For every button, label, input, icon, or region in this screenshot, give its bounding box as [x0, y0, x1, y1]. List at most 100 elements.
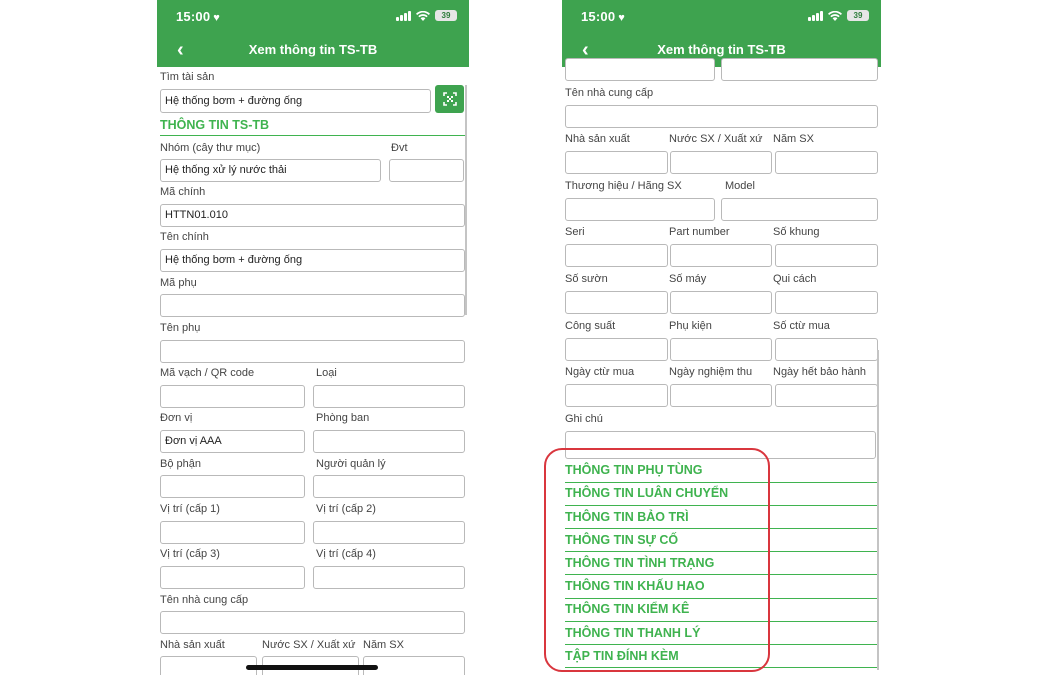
- loc4-label: Vị trí (cấp 4): [316, 548, 376, 560]
- qr-scan-button[interactable]: [435, 85, 464, 113]
- manager-label: Người quản lý: [316, 458, 386, 470]
- part-number-label: Part number: [669, 226, 730, 238]
- power-field[interactable]: [565, 338, 668, 361]
- supplier-field[interactable]: [160, 611, 465, 634]
- supplier-field[interactable]: [565, 105, 878, 128]
- main-name-label: Tên chính: [160, 231, 209, 243]
- part-number-field[interactable]: [670, 244, 772, 267]
- loc1-label: Vị trí (cấp 1): [160, 503, 220, 515]
- scrollbar[interactable]: [465, 85, 467, 315]
- unit-label: Đvt: [391, 142, 408, 154]
- loc3-label: Vị trí (cấp 3): [160, 548, 220, 560]
- manager-field[interactable]: [313, 475, 465, 498]
- brand-field[interactable]: [565, 198, 715, 221]
- loc3-field[interactable]: [565, 58, 715, 81]
- dept-field[interactable]: [160, 475, 305, 498]
- main-code-field[interactable]: HTTN01.010: [160, 204, 465, 227]
- frame-label: Số khung: [773, 226, 820, 238]
- buy-date-field[interactable]: [565, 384, 668, 407]
- note-label: Ghi chú: [565, 413, 603, 425]
- model-label: Model: [725, 180, 755, 192]
- barcode-field[interactable]: [160, 385, 305, 408]
- engine-label: Số máy: [669, 273, 707, 285]
- loc4-field[interactable]: [313, 566, 465, 589]
- home-indicator: [246, 665, 378, 670]
- engine-field[interactable]: [670, 291, 772, 314]
- main-name-field[interactable]: Hệ thống bơm + đường ống: [160, 249, 465, 272]
- year-field[interactable]: [363, 656, 465, 675]
- status-time: 15:00 ♥: [581, 9, 625, 24]
- type-label: Loại: [316, 367, 337, 379]
- unit-field[interactable]: [389, 159, 464, 182]
- serial-label: Seri: [565, 226, 585, 238]
- battery-icon: 39: [847, 10, 869, 21]
- page-title: Xem thông tin TS-TB: [657, 42, 786, 57]
- scrollbar[interactable]: [877, 350, 879, 670]
- navbar: ‹ Xem thông tin TS-TB: [157, 33, 469, 67]
- supplier-label: Tên nhà cung cấp: [160, 594, 249, 606]
- origin-label: Nước SX / Xuất xứ: [669, 133, 763, 145]
- spec-label: Qui cách: [773, 273, 817, 285]
- phone-screen-left: 15:00 ♥ 39 ‹ Xem thông tin TS-TB Tìm tài …: [157, 0, 469, 675]
- loc4-field[interactable]: [721, 58, 878, 81]
- buy-date-label: Ngày ctừ mua: [565, 366, 635, 378]
- sub-code-label: Mã phụ: [160, 277, 197, 289]
- sub-name-label: Tên phụ: [160, 322, 201, 334]
- search-input[interactable]: Hệ thống bơm + đường ống: [160, 89, 431, 113]
- qr-scan-icon: [442, 92, 457, 106]
- accessory-label: Phụ kiện: [669, 320, 712, 332]
- test-date-field[interactable]: [670, 384, 772, 407]
- status-icons: 39: [396, 10, 457, 21]
- main-code-label: Mã chính: [160, 186, 206, 198]
- frame-field[interactable]: [775, 244, 878, 267]
- highlight-annotation: [544, 448, 770, 672]
- group-label: Nhóm (cây thư mục): [160, 142, 261, 154]
- test-date-label: Ngày nghiệm thu: [669, 366, 753, 378]
- spec-field[interactable]: [775, 291, 878, 314]
- supplier-label: Tên nhà cung cấp: [565, 87, 654, 99]
- manufacturer-label: Nhà sản xuất: [160, 639, 225, 651]
- status-time: 15:00 ♥: [176, 9, 220, 24]
- group-field[interactable]: Hệ thống xử lý nước thải: [160, 159, 381, 182]
- sub-name-field[interactable]: [160, 340, 465, 363]
- section-asset-info[interactable]: THÔNG TIN TS-TB: [160, 118, 269, 132]
- manufacturer-field[interactable]: [565, 151, 668, 174]
- barcode-label: Mã vạch / QR code: [160, 367, 255, 379]
- manufacturer-field[interactable]: [160, 656, 257, 675]
- year-field[interactable]: [775, 151, 878, 174]
- dept-label: Bộ phận: [160, 458, 201, 470]
- wifi-icon: [416, 10, 430, 21]
- sub-code-field[interactable]: [160, 294, 465, 317]
- section-divider: [160, 135, 465, 136]
- status-icons: 39: [808, 10, 869, 21]
- rib-field[interactable]: [565, 291, 668, 314]
- type-field[interactable]: [313, 385, 465, 408]
- loc2-field[interactable]: [313, 521, 465, 544]
- signal-icon: [808, 10, 823, 21]
- signal-icon: [396, 10, 411, 21]
- voucher-label: Số ctừ mua: [773, 320, 830, 332]
- origin-field[interactable]: [670, 151, 772, 174]
- voucher-field[interactable]: [775, 338, 878, 361]
- page-title: Xem thông tin TS-TB: [248, 42, 378, 57]
- loc2-label: Vị trí (cấp 2): [316, 503, 376, 515]
- status-bar: 15:00 ♥ 39: [562, 0, 881, 33]
- search-label: Tìm tài sản: [160, 71, 215, 83]
- power-label: Công suất: [565, 320, 616, 332]
- loc3-field[interactable]: [160, 566, 305, 589]
- org-label: Đơn vị: [160, 412, 193, 424]
- org-field[interactable]: Đơn vị AAA: [160, 430, 305, 453]
- accessory-field[interactable]: [670, 338, 772, 361]
- warranty-label: Ngày hết bảo hành: [773, 366, 866, 378]
- loc1-field[interactable]: [160, 521, 305, 544]
- room-label: Phòng ban: [316, 412, 370, 424]
- year-label: Năm SX: [363, 639, 404, 651]
- origin-label: Nước SX / Xuất xứ: [262, 639, 356, 651]
- manufacturer-label: Nhà sản xuất: [565, 133, 630, 145]
- warranty-field[interactable]: [775, 384, 878, 407]
- battery-icon: 39: [435, 10, 457, 21]
- room-field[interactable]: [313, 430, 465, 453]
- year-label: Năm SX: [773, 133, 814, 145]
- serial-field[interactable]: [565, 244, 668, 267]
- model-field[interactable]: [721, 198, 878, 221]
